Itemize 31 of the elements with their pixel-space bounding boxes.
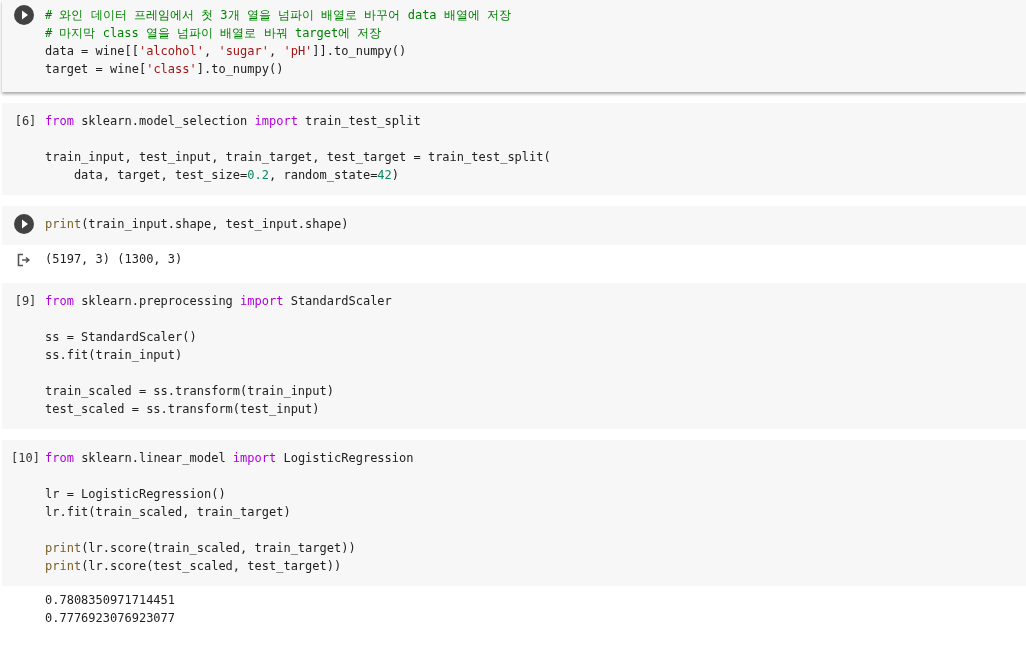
run-button[interactable] bbox=[13, 5, 34, 25]
run-button[interactable] bbox=[13, 214, 34, 234]
code-cell[interactable]: # 와인 데이터 프레임에서 첫 3개 열을 넘파이 배열로 바꾸어 data 배열에 저장 # 마지막 class 열을 넘파이 배열로 바꿔 target에 저장 data = wine[['alcohol', 'sugar', 'pH']].to_numpy() target = wine['class'].to_numpy() bbox=[2, 0, 1026, 92]
code-line: # 마지막 class 열을 넘파이 배열로 바꿔 target에 저장 bbox=[45, 25, 383, 42]
code-line: lr = LogisticRegression() bbox=[45, 486, 227, 503]
code-line: target = wine['class'].to_numpy() bbox=[45, 61, 285, 78]
execution-count: [9] bbox=[13, 293, 37, 310]
code-line: ss = StandardScaler() bbox=[45, 329, 198, 346]
output-text: 0.7808350971714451 bbox=[45, 592, 177, 609]
code-line: from sklearn.model_selection import train_test_split bbox=[45, 113, 422, 130]
code-line: ss.fit(train_input) bbox=[45, 347, 184, 364]
code-line: data, target, test_size=0.2, random_state=42) bbox=[72, 167, 401, 184]
code-line: train_scaled = ss.transform(train_input) bbox=[45, 383, 335, 400]
code-line: # 와인 데이터 프레임에서 첫 3개 열을 넘파이 배열로 바꾸어 data 배열에 저장 bbox=[45, 7, 513, 24]
code-cell[interactable]: [9] from sklearn.preprocessing import StandardScaler ss = StandardScaler() ss.fit(train_input) train_scaled = ss.transform(train_input) test_scaled = ss.transform(test_input) bbox=[2, 283, 1026, 429]
code-line: print(lr.score(train_scaled, train_target)) bbox=[45, 540, 357, 557]
execution-count: [6] bbox=[13, 113, 37, 130]
code-line: print(train_input.shape, test_input.shape) bbox=[45, 216, 350, 233]
code-line: print(lr.score(test_scaled, test_target)) bbox=[45, 558, 343, 575]
output-text: 0.7776923076923077 bbox=[45, 610, 177, 627]
output-icon[interactable] bbox=[16, 253, 31, 267]
output-text: (5197, 3) (1300, 3) bbox=[45, 251, 184, 268]
code-line: test_scaled = ss.transform(test_input) bbox=[45, 401, 321, 418]
code-cell[interactable]: [6] from sklearn.model_selection import train_test_split train_input, test_input, train_target, test_target = train_test_split( data, target, test_size=0.2, random_state=42) bbox=[2, 103, 1026, 195]
code-cell[interactable]: print(train_input.shape, test_input.shape) bbox=[2, 206, 1026, 245]
execution-count: [10] bbox=[10, 450, 40, 467]
code-line: train_input, test_input, train_target, test_target = train_test_split( bbox=[45, 149, 552, 166]
code-line: from sklearn.preprocessing import StandardScaler bbox=[45, 293, 393, 310]
code-line: lr.fit(train_scaled, train_target) bbox=[45, 504, 292, 521]
code-line: data = wine[['alcohol', 'sugar', 'pH']].to_numpy() bbox=[45, 43, 408, 60]
code-line: from sklearn.linear_model import LogisticRegression bbox=[45, 450, 415, 467]
